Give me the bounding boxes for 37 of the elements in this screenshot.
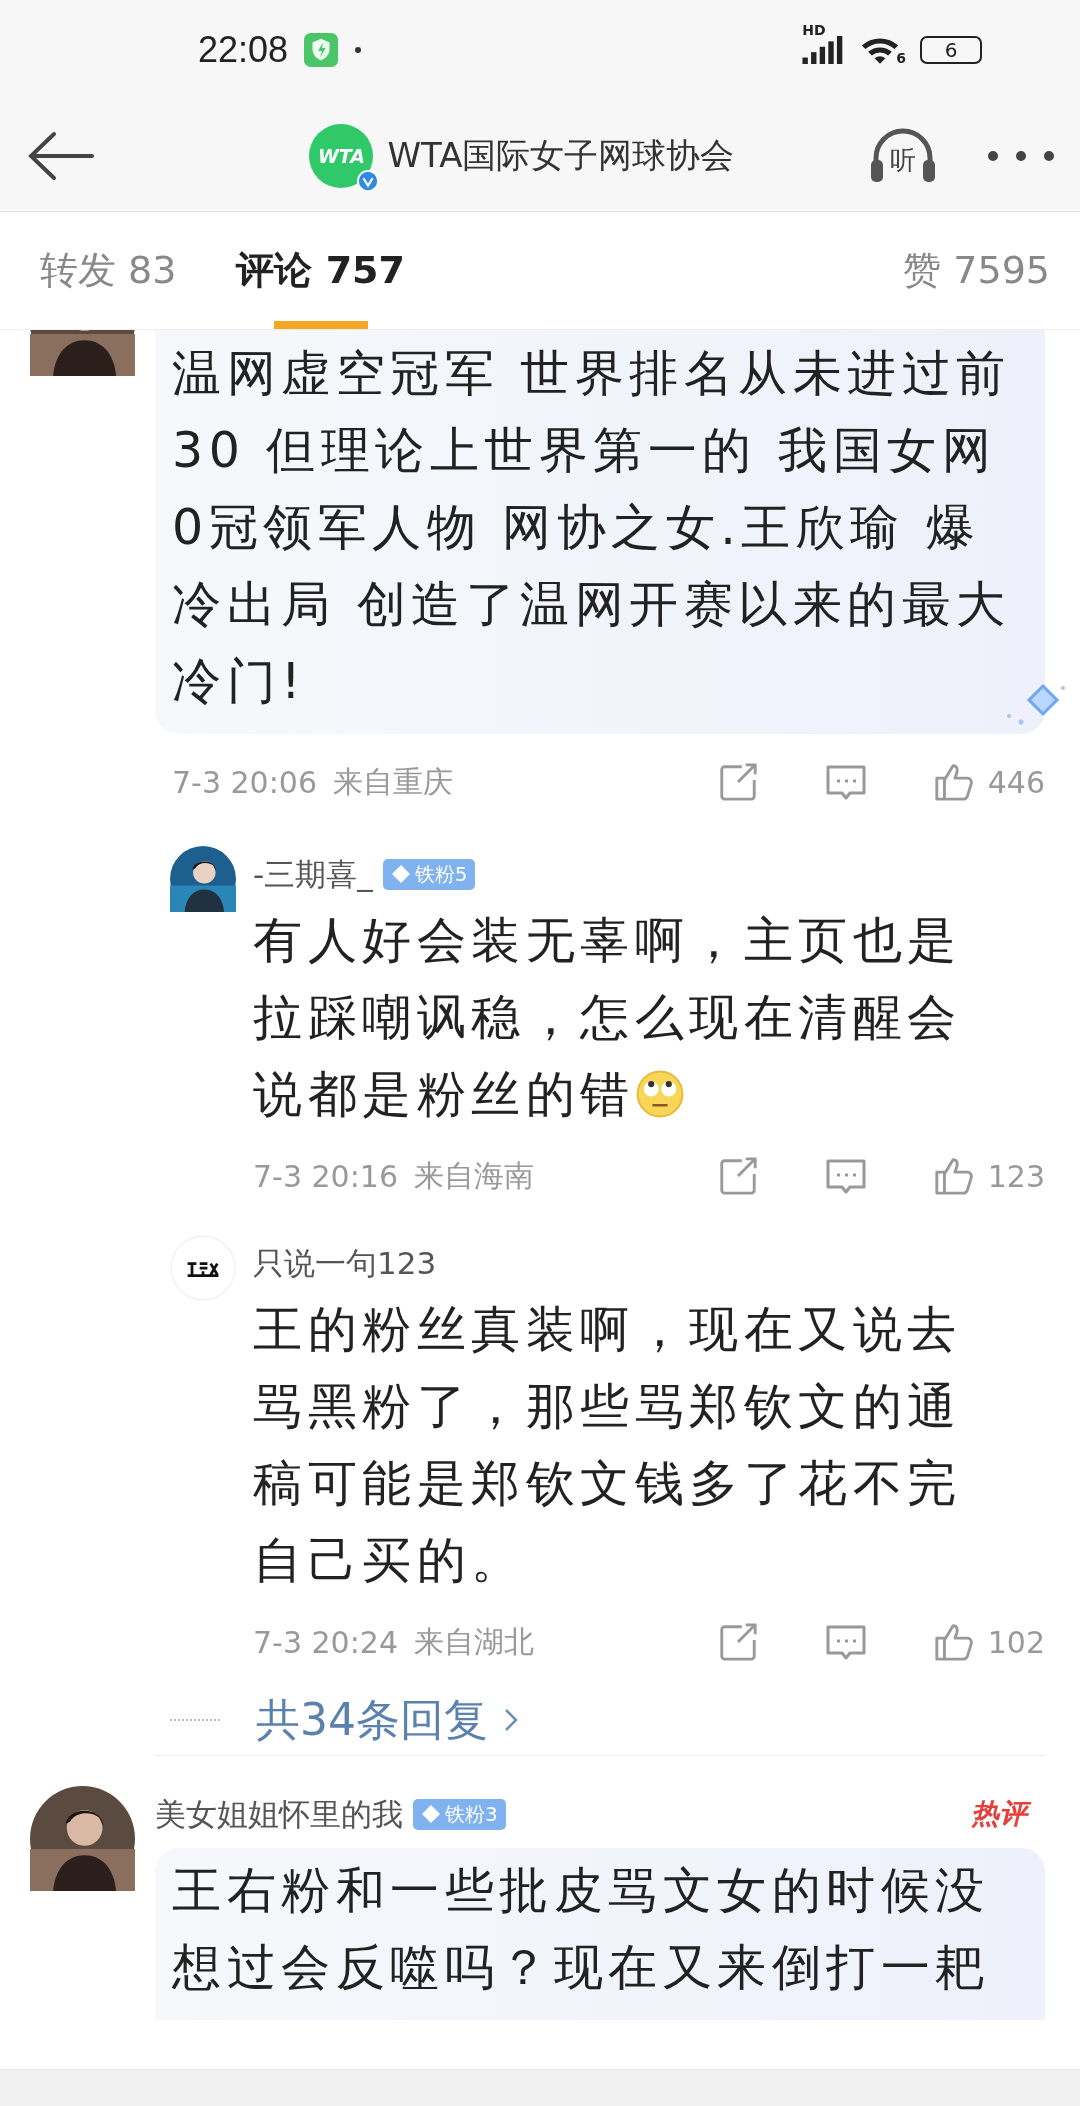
post-time: 7-3 20:06 bbox=[172, 764, 317, 800]
comment-text: 王右粉和一些批皮骂文女的时候没想过会反噬吗？现在又来倒打一耙 bbox=[172, 1861, 991, 1998]
post-location: 来自湖北 bbox=[414, 1622, 534, 1661]
back-icon[interactable] bbox=[26, 130, 96, 181]
tab[interactable]: 赞 7595 bbox=[903, 212, 1050, 329]
chevron-icon[interactable] bbox=[504, 1708, 518, 1732]
user-name[interactable]: 美女姐姐怀里的我 bbox=[155, 1794, 403, 1834]
like-count: 102 bbox=[987, 1624, 1045, 1660]
network-label: HD bbox=[802, 22, 826, 38]
hot-comment-label: 热评 bbox=[963, 1794, 1035, 1834]
tab[interactable]: 转发 83 bbox=[40, 212, 177, 329]
post-time: 7-3 20:24 bbox=[253, 1624, 398, 1660]
more-icon[interactable] bbox=[986, 148, 1056, 163]
notification-dot-icon bbox=[354, 46, 363, 54]
user-name[interactable]: -三期喜_ bbox=[253, 854, 373, 894]
clock-time: 22:08 bbox=[198, 29, 289, 71]
like-count: 123 bbox=[987, 1158, 1045, 1194]
diamond-icon bbox=[421, 1804, 441, 1824]
shield-icon bbox=[304, 33, 339, 67]
reply-text: 王的粉丝真装啊，现在又说去骂黑粉了，那些骂郑钦文的通稿可能是郑钦文钱多了花不完自己买的。 bbox=[253, 1300, 963, 1591]
wifi-standard-label: 6 bbox=[896, 50, 906, 66]
comment-text: 温网虚空冠军 世界排名从未进过前30 但理论上世界第一的 我国女网0冠领军人物 网协之女.王欣瑜 爆冷出局 创造了温网开赛以来的最大冷门! bbox=[172, 344, 1012, 712]
diamond-icon bbox=[390, 864, 411, 884]
more-replies-link[interactable]: 共34条回复 bbox=[256, 1690, 488, 1750]
account-name[interactable]: WTA国际女子网球协会 bbox=[387, 132, 735, 179]
avatar-icon[interactable] bbox=[170, 1235, 236, 1301]
reply-text: 有人好会装无辜啊，主页也是拉踩嘲讽稳，怎么现在清醒会说都是粉丝的错 bbox=[253, 911, 963, 1125]
fan-level: 铁粉5 bbox=[414, 860, 468, 888]
post-location: 来自重庆 bbox=[333, 762, 453, 801]
battery-level: 6 bbox=[944, 40, 958, 60]
fan-level: 铁粉3 bbox=[445, 1800, 498, 1828]
post-time: 7-3 20:16 bbox=[253, 1158, 398, 1194]
like-count: 446 bbox=[987, 764, 1045, 800]
verified-icon bbox=[357, 169, 380, 192]
listen-button[interactable]: 听 bbox=[868, 125, 938, 186]
user-name[interactable]: 只说一句123 bbox=[253, 1243, 437, 1283]
post-location: 来自海南 bbox=[414, 1156, 534, 1195]
